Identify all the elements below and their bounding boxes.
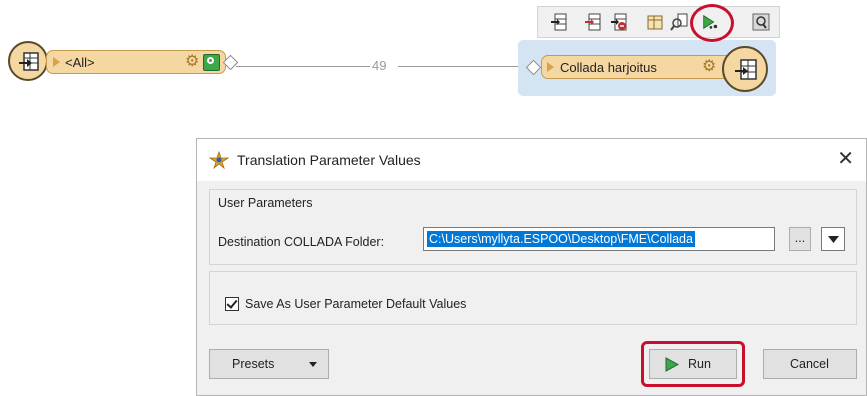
- close-button[interactable]: ✕: [837, 148, 854, 170]
- table-icon[interactable]: [646, 13, 664, 31]
- save-default-label[interactable]: Save As User Parameter Default Values: [245, 297, 466, 311]
- presets-button[interactable]: Presets: [209, 349, 329, 379]
- inspect-icon[interactable]: [203, 54, 220, 71]
- expand-triangle-icon[interactable]: [53, 57, 60, 67]
- param-dropdown-button[interactable]: [821, 227, 845, 251]
- add-reader-icon[interactable]: [550, 13, 568, 31]
- remove-icon[interactable]: [610, 13, 628, 31]
- writer-feature-type-label: Collada harjoitus: [560, 60, 657, 75]
- chevron-down-icon: [309, 362, 317, 367]
- destination-folder-input[interactable]: C:\Users\myllyta.ESPOO\Desktop\FME\Colla…: [423, 227, 775, 251]
- connection-line[interactable]: [236, 66, 370, 67]
- cancel-button[interactable]: Cancel: [763, 349, 857, 379]
- writer-feature-type-icon[interactable]: [722, 46, 768, 92]
- add-writer-icon[interactable]: [584, 13, 602, 31]
- reader-feature-type-icon[interactable]: [8, 41, 48, 81]
- run-button-highlight: [641, 341, 745, 387]
- browse-button[interactable]: ...: [789, 227, 811, 251]
- fme-logo-icon: [209, 151, 229, 169]
- reader-feature-type-label: <All>: [65, 55, 95, 70]
- workspace-canvas: <All> ⚙ 49 Collada harjoitus ⚙: [0, 0, 867, 136]
- chevron-down-icon: [828, 236, 839, 243]
- gear-icon[interactable]: ⚙: [185, 54, 199, 70]
- reader-feature-type[interactable]: <All> ⚙: [46, 50, 226, 74]
- expand-triangle-icon[interactable]: [547, 62, 554, 72]
- run-to-this-highlight: [690, 4, 734, 42]
- view-source-icon[interactable]: [752, 13, 770, 31]
- connection-line[interactable]: [398, 66, 526, 67]
- feature-count-label: 49: [372, 58, 387, 73]
- destination-folder-value: C:\Users\myllyta.ESPOO\Desktop\FME\Colla…: [427, 231, 695, 247]
- feature-type-toolbar: [537, 6, 780, 38]
- translation-parameters-dialog: Translation Parameter Values ✕ User Para…: [196, 138, 867, 396]
- dialog-titlebar: Translation Parameter Values ✕: [197, 139, 866, 181]
- cancel-label: Cancel: [790, 357, 829, 371]
- presets-label: Presets: [232, 357, 275, 371]
- gear-icon[interactable]: ⚙: [702, 59, 716, 75]
- table-arrow-icon: [735, 59, 757, 80]
- destination-folder-label: Destination COLLADA Folder:: [218, 235, 385, 249]
- save-default-checkbox[interactable]: [225, 297, 239, 311]
- inspect-icon[interactable]: [670, 13, 688, 31]
- table-arrow-icon: [19, 52, 39, 71]
- group-label: User Parameters: [218, 196, 313, 210]
- dialog-title: Translation Parameter Values: [237, 152, 421, 168]
- writer-feature-type[interactable]: Collada harjoitus ⚙: [541, 55, 741, 79]
